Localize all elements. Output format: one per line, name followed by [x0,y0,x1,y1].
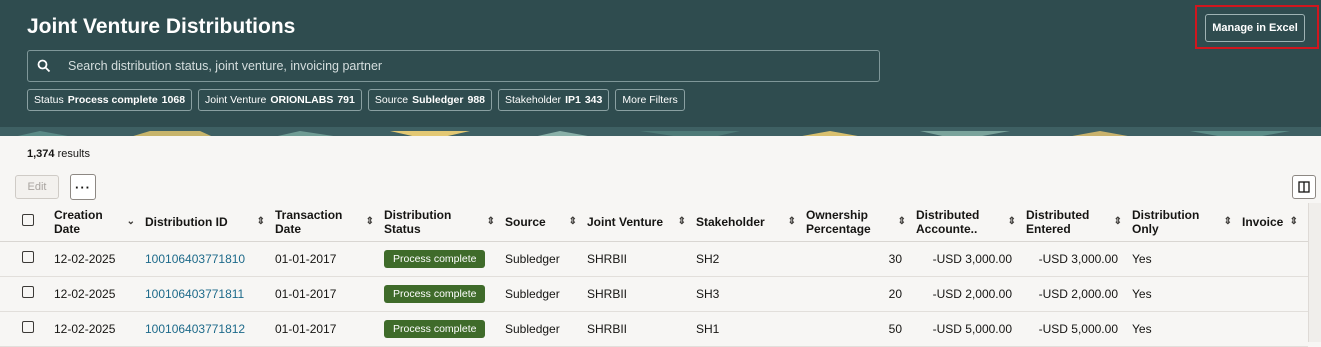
filter-chip-source[interactable]: Source Subledger 988 [367,89,493,111]
cell-transaction-date: 01-01-2017 [275,241,384,277]
cell-accounted: -USD 5,000.00 [916,311,1026,347]
cell-accounted: -USD 2,000.00 [916,276,1026,312]
col-distribution-status[interactable]: Distribution Status ⇕ [384,203,505,242]
sort-icon: ⇕ [1223,215,1232,227]
col-stakeholder[interactable]: Stakeholder ⇕ [696,203,806,242]
col-distribution-only[interactable]: Distribution Only ⇕ [1132,203,1242,242]
sort-icon: ⇕ [256,215,265,227]
table-header-row: Creation Date ⌄ Distribution ID ⇕ Transact… [0,203,1308,242]
row-checkbox[interactable] [22,251,34,263]
sort-icon: ⇕ [1007,215,1016,227]
cell-joint-venture: SHRBII [587,311,696,347]
distribution-id-link[interactable]: 100106403771812 [145,322,245,336]
status-badge: Process complete [384,284,486,303]
col-invoice[interactable]: Invoice ⇕ [1242,203,1308,242]
cell-joint-venture: SHRBII [587,276,696,312]
highlight-box [1195,5,1319,49]
row-checkbox[interactable] [22,286,34,298]
cell-invoice [1242,241,1308,277]
select-all-checkbox[interactable] [22,214,34,227]
cell-invoice [1242,311,1308,347]
page-header: Joint Venture Distributions Manage in Ex… [0,0,1321,127]
table-row[interactable]: 12-02-2025 100106403771810 01-01-2017 Pr… [0,241,1308,277]
cell-creation-date: 12-02-2025 [54,241,145,277]
cell-invoice [1242,276,1308,312]
cell-stakeholder: SH2 [696,241,806,277]
cell-ownership: 20 [806,276,916,312]
cell-entered: -USD 2,000.00 [1026,276,1132,312]
sort-icon: ⇕ [897,215,906,227]
more-actions-button[interactable]: ··· [70,174,96,200]
cell-transaction-date: 01-01-2017 [275,311,384,347]
col-joint-venture[interactable]: Joint Venture ⇕ [587,203,696,242]
columns-icon[interactable] [1292,175,1316,199]
filter-chip-joint-venture[interactable]: Joint Venture ORIONLABS 791 [198,89,362,111]
col-distributed-entered[interactable]: Distributed Entered ⇕ [1026,203,1132,242]
cell-transaction-date: 01-01-2017 [275,276,384,312]
table-row[interactable]: 12-02-2025 100106403771812 01-01-2017 Pr… [0,311,1308,347]
cell-distribution-only: Yes [1132,241,1242,277]
cell-source: Subledger [505,241,587,277]
cell-entered: -USD 3,000.00 [1026,241,1132,277]
sort-icon: ⇕ [568,215,577,227]
cell-entered: -USD 5,000.00 [1026,311,1132,347]
results-count: 1,374 results [27,148,90,160]
col-ownership-percentage[interactable]: Ownership Percentage ⇕ [806,203,916,242]
table-row[interactable]: 12-02-2025 100106403771811 01-01-2017 Pr… [0,276,1308,312]
cell-ownership: 50 [806,311,916,347]
distribution-id-link[interactable]: 100106403771811 [145,287,244,301]
search-placeholder: Search distribution status, joint ventur… [68,59,383,73]
cell-ownership: 30 [806,241,916,277]
col-transaction-date[interactable]: Transaction Date ⇕ [275,203,384,242]
sort-icon: ⇕ [1289,215,1298,227]
sort-icon: ⇕ [486,215,495,227]
vertical-scrollbar[interactable] [1308,203,1321,342]
cell-stakeholder: SH3 [696,276,806,312]
col-source[interactable]: Source ⇕ [505,203,587,242]
cell-source: Subledger [505,311,587,347]
cell-distribution-only: Yes [1132,276,1242,312]
cell-creation-date: 12-02-2025 [54,276,145,312]
filter-chip-stakeholder[interactable]: Stakeholder IP1 343 [498,89,610,111]
more-filters-button[interactable]: More Filters [615,89,685,111]
cell-joint-venture: SHRBII [587,241,696,277]
page-title: Joint Venture Distributions [27,15,296,38]
sort-icon: ⇕ [677,215,686,227]
status-badge: Process complete [384,319,486,338]
cell-accounted: -USD 3,000.00 [916,241,1026,277]
decorative-banner [0,127,1321,136]
sort-icon: ⇕ [1113,215,1122,227]
row-checkbox[interactable] [22,321,34,333]
sort-icon: ⇕ [365,215,374,227]
edit-button[interactable]: Edit [15,175,59,199]
distribution-id-link[interactable]: 100106403771810 [145,252,245,266]
search-input[interactable]: Search distribution status, joint ventur… [27,50,880,82]
cell-creation-date: 12-02-2025 [54,311,145,347]
cell-distribution-only: Yes [1132,311,1242,347]
status-badge: Process complete [384,249,486,268]
col-distribution-id[interactable]: Distribution ID ⇕ [145,203,275,242]
cell-stakeholder: SH1 [696,311,806,347]
search-icon [28,59,60,73]
cell-source: Subledger [505,276,587,312]
col-creation-date[interactable]: Creation Date ⌄ [54,203,145,242]
chevron-down-icon: ⌄ [126,215,135,227]
sort-icon: ⇕ [787,215,796,227]
col-distributed-accounted[interactable]: Distributed Accounte.. ⇕ [916,203,1026,242]
filter-chip-status[interactable]: Status Process complete 1068 [27,89,193,111]
filter-chips: Status Process complete 1068 Joint Venture… [27,89,685,111]
distributions-table: Creation Date ⌄ Distribution ID ⇕ Transact… [0,203,1308,347]
